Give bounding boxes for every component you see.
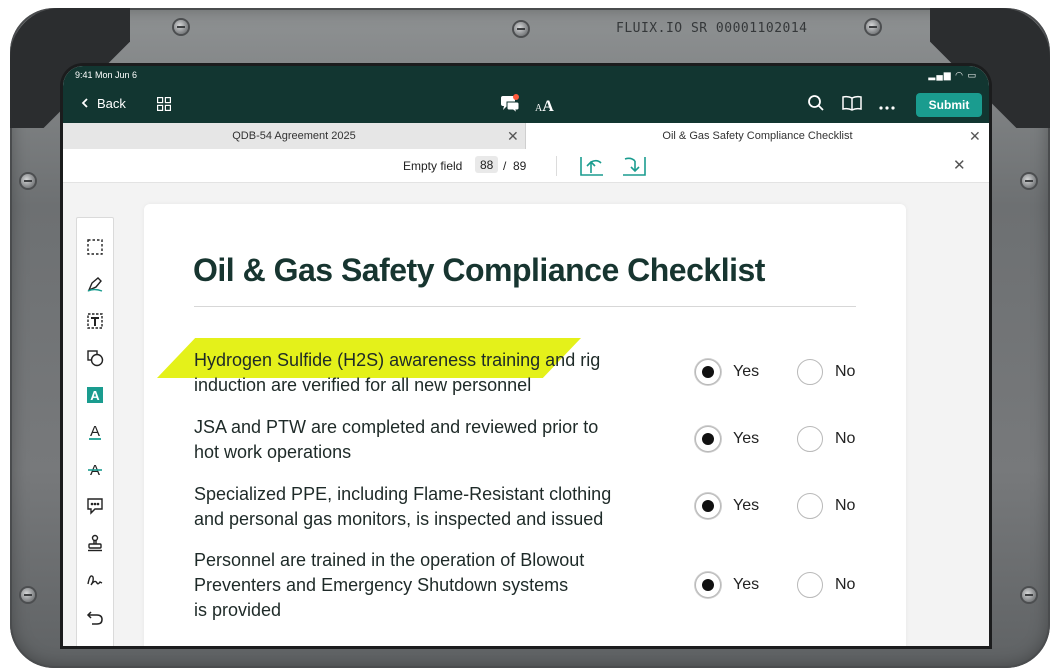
right-tools bbox=[807, 94, 895, 117]
yes-label: Yes bbox=[733, 430, 760, 447]
count-separator: / bbox=[503, 159, 507, 173]
screw-icon bbox=[866, 20, 880, 34]
checklist-question: JSA and PTW are completed and reviewed p… bbox=[194, 415, 654, 465]
divider bbox=[556, 156, 557, 176]
top-bar: 9:41 Mon Jun 6 ▂▄▆ ◠ ▭ Back AA Submit bbox=[63, 66, 989, 123]
svg-text:A: A bbox=[90, 423, 100, 440]
selection-icon[interactable] bbox=[85, 237, 105, 257]
previous-field-icon[interactable] bbox=[579, 155, 605, 177]
question-text-line: and personal gas monitors, is inspected … bbox=[194, 509, 604, 529]
question-text-line: Specialized PPE, including Flame-Resista… bbox=[194, 484, 612, 504]
screw-icon bbox=[174, 20, 188, 34]
question-text-line: Hydrogen Sulfide (H2S) awareness trainin… bbox=[194, 350, 601, 370]
no-radio[interactable] bbox=[797, 426, 823, 452]
tab-safety-checklist[interactable]: Oil & Gas Safety Compliance Checklist bbox=[526, 123, 989, 149]
question-text-line: Personnel are trained in the operation o… bbox=[194, 550, 585, 570]
close-icon[interactable]: ✕ bbox=[953, 156, 966, 174]
yes-radio[interactable] bbox=[695, 426, 721, 452]
back-label: Back bbox=[97, 96, 126, 111]
screw-icon bbox=[514, 22, 528, 36]
tab-qdb-agreement[interactable]: QDB-54 Agreement 2025 bbox=[63, 123, 526, 149]
field-navigator: Empty field 88 / 89 ✕ bbox=[63, 149, 989, 183]
document-title: Oil & Gas Safety Compliance Checklist bbox=[193, 252, 765, 288]
book-icon[interactable] bbox=[841, 95, 863, 116]
screw-icon bbox=[1022, 174, 1036, 188]
text-size-icon[interactable]: AA bbox=[535, 98, 554, 116]
svg-text:A: A bbox=[90, 388, 100, 403]
checklist-question: Specialized PPE, including Flame-Resista… bbox=[194, 482, 654, 532]
center-tools: AA bbox=[499, 94, 554, 119]
search-icon[interactable] bbox=[807, 94, 825, 117]
more-icon[interactable] bbox=[879, 97, 895, 115]
yes-label: Yes bbox=[733, 576, 760, 593]
status-time: 9:41 Mon Jun 6 bbox=[75, 70, 138, 80]
question-text-line: Preventers and Emergency Shutdown system… bbox=[194, 575, 569, 595]
submit-button[interactable]: Submit bbox=[916, 93, 982, 117]
undo-icon[interactable] bbox=[85, 607, 105, 627]
close-icon[interactable]: ✕ bbox=[507, 128, 519, 145]
text-strikethrough-icon[interactable]: A bbox=[85, 459, 105, 479]
signature-icon[interactable] bbox=[85, 570, 105, 590]
no-label: No bbox=[835, 430, 856, 447]
screw-icon bbox=[1022, 588, 1036, 602]
shapes-icon[interactable] bbox=[85, 348, 105, 368]
title-divider bbox=[194, 306, 856, 307]
question-text-line: hot work operations bbox=[194, 442, 352, 462]
empty-field-label: Empty field bbox=[403, 159, 463, 173]
tab-label: QDB-54 Agreement 2025 bbox=[232, 130, 356, 142]
chevron-left-icon bbox=[81, 96, 89, 111]
yes-radio[interactable] bbox=[695, 572, 721, 598]
no-label: No bbox=[835, 497, 856, 514]
question-text-line: JSA and PTW are completed and reviewed p… bbox=[194, 417, 599, 437]
checklist-question: Hydrogen Sulfide (H2S) awareness trainin… bbox=[194, 348, 654, 398]
stamp-icon[interactable] bbox=[85, 533, 105, 553]
document-page: Oil & Gas Safety Compliance Checklist Hy… bbox=[144, 204, 906, 646]
no-label: No bbox=[835, 363, 856, 380]
screw-icon bbox=[21, 174, 35, 188]
no-radio[interactable] bbox=[797, 493, 823, 519]
comment-icon[interactable] bbox=[85, 496, 105, 516]
document-tabs: QDB-54 Agreement 2025 ✕ Oil & Gas Safety… bbox=[63, 123, 989, 149]
total-field-count: 89 bbox=[513, 159, 527, 173]
grid-icon[interactable] bbox=[157, 97, 171, 111]
question-text-line: is provided bbox=[194, 600, 282, 620]
app-screen: 9:41 Mon Jun 6 ▂▄▆ ◠ ▭ Back AA Submit QD… bbox=[63, 66, 989, 646]
next-field-icon[interactable] bbox=[621, 155, 647, 177]
question-text-line: induction are verified for all new perso… bbox=[194, 375, 532, 395]
close-icon[interactable]: ✕ bbox=[969, 128, 981, 145]
yes-label: Yes bbox=[733, 363, 760, 380]
document-workspace: A A A Oil & Gas Safety Compliance Checkl bbox=[63, 183, 989, 646]
annotation-toolbar: A A A bbox=[76, 217, 114, 646]
pen-icon[interactable] bbox=[85, 274, 105, 294]
no-radio[interactable] bbox=[797, 572, 823, 598]
no-radio[interactable] bbox=[797, 359, 823, 385]
current-field-count: 88 bbox=[475, 156, 499, 173]
device-serial: FLUIX.IO SR 00001102014 bbox=[616, 21, 808, 36]
back-button[interactable]: Back bbox=[81, 96, 126, 111]
chat-bubble-icon[interactable] bbox=[499, 94, 521, 119]
tab-label: Oil & Gas Safety Compliance Checklist bbox=[662, 130, 853, 142]
yes-radio[interactable] bbox=[695, 359, 721, 385]
text-box-icon[interactable] bbox=[85, 311, 105, 331]
yes-radio[interactable] bbox=[695, 493, 721, 519]
screw-icon bbox=[21, 588, 35, 602]
yes-label: Yes bbox=[733, 497, 760, 514]
text-underline-icon[interactable]: A bbox=[85, 422, 105, 442]
no-label: No bbox=[835, 576, 856, 593]
checklist-question: Personnel are trained in the operation o… bbox=[194, 548, 654, 623]
status-icons: ▂▄▆ ◠ ▭ bbox=[928, 70, 977, 80]
text-highlight-icon[interactable]: A bbox=[85, 385, 105, 405]
